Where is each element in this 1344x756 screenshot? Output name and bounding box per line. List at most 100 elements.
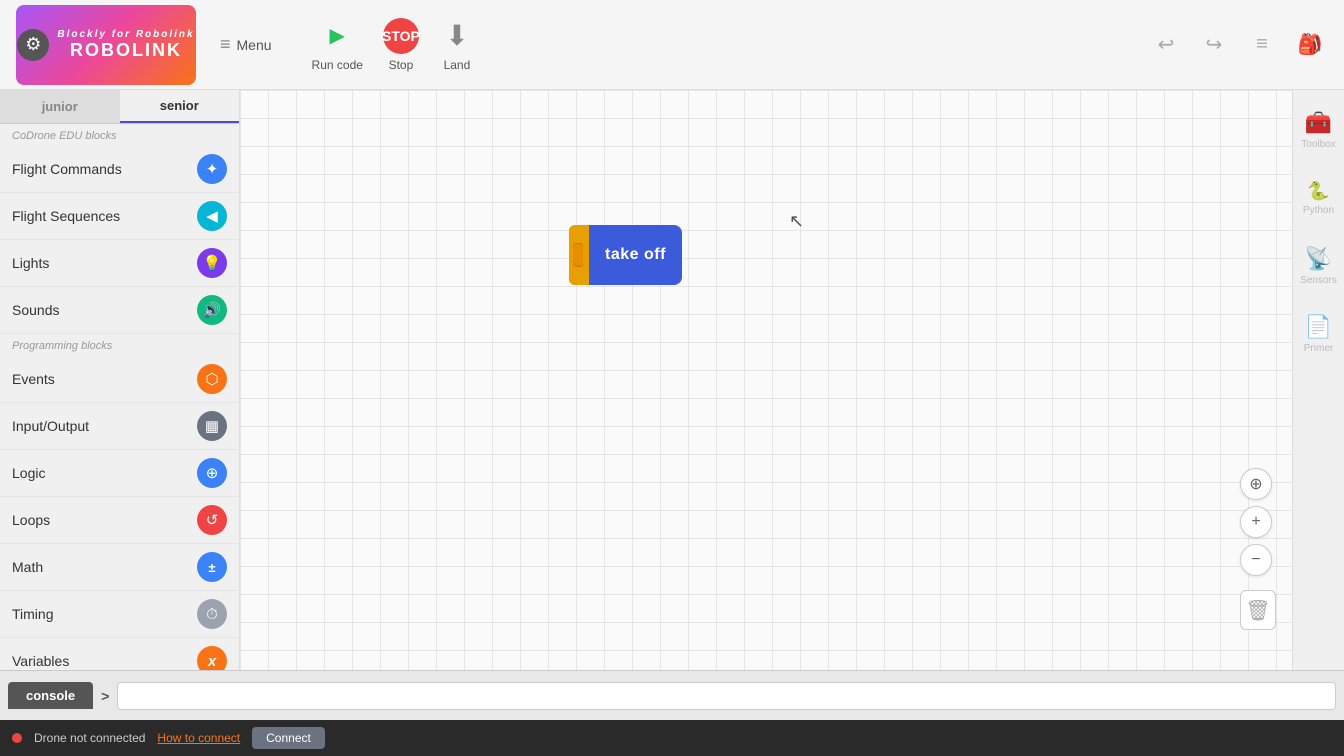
toolbox-icon: 🧰 xyxy=(1305,110,1332,136)
bottom-bar: console > xyxy=(0,670,1344,720)
sounds-icon: 🔊 xyxy=(197,295,227,325)
timing-label: Timing xyxy=(12,606,54,622)
stop-button[interactable]: STOP Stop xyxy=(383,18,419,72)
toolbar-actions: ▶ Run code STOP Stop ⬇ Land xyxy=(312,18,475,72)
logo-gear-icon: ⚙ xyxy=(17,29,49,61)
main-content: junior senior CoDrone EDU blocks Flight … xyxy=(0,90,1344,670)
tab-senior[interactable]: senior xyxy=(120,90,240,123)
sidebar-item-input-output[interactable]: Input/Output ▦ xyxy=(0,403,239,450)
primer-icon: 📄 xyxy=(1305,314,1332,340)
center-icon: ⊕ xyxy=(1249,474,1262,494)
sensors-icon: 📡 xyxy=(1305,246,1332,272)
land-icon: ⬇ xyxy=(439,18,475,54)
programming-section-label: Programming blocks xyxy=(0,334,239,356)
connection-status-text: Drone not connected xyxy=(34,731,145,745)
zoom-out-icon: − xyxy=(1251,551,1260,569)
primer-label: Primer xyxy=(1304,343,1333,354)
zoom-in-icon: + xyxy=(1251,513,1260,531)
console-prompt: > xyxy=(101,688,109,704)
sidebar-item-loops[interactable]: Loops ↺ xyxy=(0,497,239,544)
logic-icon: ⊕ xyxy=(197,458,227,488)
sidebar-item-flight-sequences[interactable]: Flight Sequences ◀ xyxy=(0,193,239,240)
flight-sequences-icon: ◀ xyxy=(197,201,227,231)
canvas-controls: ⊕ + − 🗑 xyxy=(1240,468,1276,630)
sidebar-item-events[interactable]: Events ⬡ xyxy=(0,356,239,403)
trash-button[interactable]: 🗑 xyxy=(1240,590,1276,630)
logo-blockly-text: Blockly for Robolink xyxy=(57,29,194,40)
stop-label: Stop xyxy=(389,58,414,72)
tab-junior[interactable]: junior xyxy=(0,90,120,123)
toolbar-right: ↩ ↪ ≡ 🎒 xyxy=(1148,27,1328,63)
options-button[interactable]: ≡ xyxy=(1244,27,1280,63)
python-label: Python xyxy=(1303,205,1334,216)
stop-icon: STOP xyxy=(383,18,419,54)
console-tab[interactable]: console xyxy=(8,682,93,709)
primer-panel-button[interactable]: 📄 Primer xyxy=(1295,302,1343,366)
console-tab-label: console xyxy=(26,688,75,703)
events-label: Events xyxy=(12,371,55,387)
center-view-button[interactable]: ⊕ xyxy=(1240,468,1272,500)
toolbox-panel-button[interactable]: 🧰 Toolbox xyxy=(1295,98,1343,162)
loops-icon: ↺ xyxy=(197,505,227,535)
redo-button[interactable]: ↪ xyxy=(1196,27,1232,63)
input-output-icon: ▦ xyxy=(197,411,227,441)
sounds-label: Sounds xyxy=(12,302,59,318)
sidebar-item-flight-commands[interactable]: Flight Commands ✦ xyxy=(0,146,239,193)
options-icon: ≡ xyxy=(1256,33,1268,56)
console-input-area: > xyxy=(93,682,1344,710)
input-output-label: Input/Output xyxy=(12,418,89,434)
bag-button[interactable]: 🎒 xyxy=(1292,27,1328,63)
python-icon: 🐍 xyxy=(1307,181,1329,202)
sidebar: junior senior CoDrone EDU blocks Flight … xyxy=(0,90,240,670)
sidebar-item-math[interactable]: Math ± xyxy=(0,544,239,591)
right-panel: 🧰 Toolbox 🐍 Python 📡 Sensors 📄 Primer xyxy=(1292,90,1344,670)
loops-label: Loops xyxy=(12,512,50,528)
sidebar-item-sounds[interactable]: Sounds 🔊 xyxy=(0,287,239,334)
sensors-panel-button[interactable]: 📡 Sensors xyxy=(1295,234,1343,298)
toolbar: ⚙ Blockly for Robolink ROBOLINK ≡ Menu ▶… xyxy=(0,0,1344,90)
menu-button[interactable]: ≡ Menu xyxy=(220,34,272,55)
sensors-label: Sensors xyxy=(1300,275,1337,286)
tab-row: junior senior xyxy=(0,90,239,124)
sidebar-item-lights[interactable]: Lights 💡 xyxy=(0,240,239,287)
take-off-block[interactable]: take off xyxy=(569,225,682,285)
run-icon: ▶ xyxy=(319,18,355,54)
sidebar-item-timing[interactable]: Timing ⏱ xyxy=(0,591,239,638)
app-logo: ⚙ Blockly for Robolink ROBOLINK xyxy=(16,5,196,85)
variables-label: Variables xyxy=(12,653,69,669)
canvas-area[interactable]: take off ↖ ⊕ + − 🗑 xyxy=(240,90,1292,670)
how-to-connect-link[interactable]: How to connect xyxy=(157,731,240,745)
undo-button[interactable]: ↩ xyxy=(1148,27,1184,63)
math-icon: ± xyxy=(197,552,227,582)
land-button[interactable]: ⬇ Land xyxy=(439,18,475,72)
bag-icon: 🎒 xyxy=(1298,32,1323,57)
console-input[interactable] xyxy=(117,682,1336,710)
events-icon: ⬡ xyxy=(197,364,227,394)
codrone-section-label: CoDrone EDU blocks xyxy=(0,124,239,146)
status-bar: Drone not connected How to connect Conne… xyxy=(0,720,1344,756)
connection-status-dot xyxy=(12,733,22,743)
zoom-out-button[interactable]: − xyxy=(1240,544,1272,576)
undo-icon: ↩ xyxy=(1158,32,1175,57)
math-label: Math xyxy=(12,559,43,575)
run-code-button[interactable]: ▶ Run code xyxy=(312,18,363,72)
lights-label: Lights xyxy=(12,255,49,271)
trash-icon: 🗑 xyxy=(1245,598,1270,623)
land-label: Land xyxy=(444,58,471,72)
sidebar-item-logic[interactable]: Logic ⊕ xyxy=(0,450,239,497)
notch-svg xyxy=(569,225,589,285)
logic-label: Logic xyxy=(12,465,45,481)
run-code-label: Run code xyxy=(312,58,363,72)
zoom-in-button[interactable]: + xyxy=(1240,506,1272,538)
sidebar-item-variables[interactable]: Variables x xyxy=(0,638,239,670)
cursor: ↖ xyxy=(789,211,804,232)
python-panel-button[interactable]: 🐍 Python xyxy=(1295,166,1343,230)
hamburger-icon: ≡ xyxy=(220,34,231,55)
redo-icon: ↪ xyxy=(1206,32,1223,57)
block-body: take off xyxy=(589,225,682,285)
flight-commands-icon: ✦ xyxy=(197,154,227,184)
block-notch xyxy=(569,225,589,285)
connect-button[interactable]: Connect xyxy=(252,727,325,749)
flight-commands-label: Flight Commands xyxy=(12,161,122,177)
menu-label: Menu xyxy=(237,37,272,53)
